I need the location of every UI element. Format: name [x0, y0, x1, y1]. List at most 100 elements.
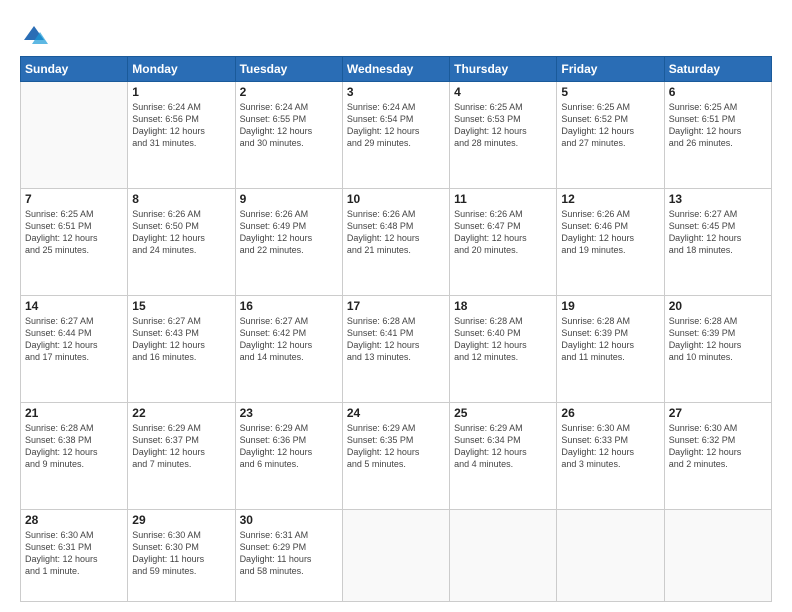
day-number: 3 [347, 85, 445, 99]
calendar-cell: 17 Sunrise: 6:28 AMSunset: 6:41 PMDayligh… [342, 295, 449, 402]
calendar-cell: 2 Sunrise: 6:24 AMSunset: 6:55 PMDaylight… [235, 82, 342, 189]
calendar-cell [450, 509, 557, 601]
calendar-cell: 12 Sunrise: 6:26 AMSunset: 6:46 PMDayligh… [557, 188, 664, 295]
day-number: 16 [240, 299, 338, 313]
logo-icon [20, 22, 48, 50]
day-number: 17 [347, 299, 445, 313]
calendar-cell: 25 Sunrise: 6:29 AMSunset: 6:34 PMDayligh… [450, 402, 557, 509]
calendar-cell [342, 509, 449, 601]
cell-info: Sunrise: 6:30 AMSunset: 6:30 PMDaylight:… [132, 529, 230, 578]
cell-info: Sunrise: 6:26 AMSunset: 6:50 PMDaylight:… [132, 208, 230, 257]
day-number: 9 [240, 192, 338, 206]
weekday-header-thursday: Thursday [450, 57, 557, 82]
calendar-cell: 19 Sunrise: 6:28 AMSunset: 6:39 PMDayligh… [557, 295, 664, 402]
cell-info: Sunrise: 6:27 AMSunset: 6:42 PMDaylight:… [240, 315, 338, 364]
calendar-cell [664, 509, 771, 601]
weekday-header-sunday: Sunday [21, 57, 128, 82]
calendar-cell: 24 Sunrise: 6:29 AMSunset: 6:35 PMDayligh… [342, 402, 449, 509]
day-number: 26 [561, 406, 659, 420]
day-number: 13 [669, 192, 767, 206]
cell-info: Sunrise: 6:30 AMSunset: 6:33 PMDaylight:… [561, 422, 659, 471]
cell-info: Sunrise: 6:28 AMSunset: 6:41 PMDaylight:… [347, 315, 445, 364]
calendar-cell: 5Sunrise: 6:25 AMSunset: 6:52 PMDaylight… [557, 82, 664, 189]
day-number: 24 [347, 406, 445, 420]
day-number: 10 [347, 192, 445, 206]
calendar-cell: 21Sunrise: 6:28 AMSunset: 6:38 PMDayligh… [21, 402, 128, 509]
day-number: 19 [561, 299, 659, 313]
cell-info: Sunrise: 6:28 AMSunset: 6:39 PMDaylight:… [669, 315, 767, 364]
day-number: 28 [25, 513, 123, 527]
calendar-table: SundayMondayTuesdayWednesdayThursdayFrid… [20, 56, 772, 602]
calendar-cell: 16 Sunrise: 6:27 AMSunset: 6:42 PMDayligh… [235, 295, 342, 402]
day-number: 23 [240, 406, 338, 420]
calendar-cell: 4Sunrise: 6:25 AMSunset: 6:53 PMDaylight… [450, 82, 557, 189]
cell-info: Sunrise: 6:27 AMSunset: 6:43 PMDaylight:… [132, 315, 230, 364]
cell-info: Sunrise: 6:26 AMSunset: 6:49 PMDaylight:… [240, 208, 338, 257]
cell-info: Sunrise: 6:30 AMSunset: 6:32 PMDaylight:… [669, 422, 767, 471]
calendar-cell: 14 Sunrise: 6:27 AMSunset: 6:44 PMDayligh… [21, 295, 128, 402]
day-number: 22 [132, 406, 230, 420]
day-number: 8 [132, 192, 230, 206]
cell-info: Sunrise: 6:24 AMSunset: 6:55 PMDaylight:… [240, 101, 338, 150]
day-number: 6 [669, 85, 767, 99]
cell-info: Sunrise: 6:25 AMSunset: 6:51 PMDaylight:… [25, 208, 123, 257]
cell-info: Sunrise: 6:24 AMSunset: 6:54 PMDaylight:… [347, 101, 445, 150]
logo [20, 22, 52, 50]
cell-info: Sunrise: 6:28 AMSunset: 6:39 PMDaylight:… [561, 315, 659, 364]
weekday-header-saturday: Saturday [664, 57, 771, 82]
calendar-cell: 20Sunrise: 6:28 AMSunset: 6:39 PMDayligh… [664, 295, 771, 402]
day-number: 4 [454, 85, 552, 99]
day-number: 2 [240, 85, 338, 99]
day-number: 25 [454, 406, 552, 420]
week-row-2: 7 Sunrise: 6:25 AMSunset: 6:51 PMDaylight… [21, 188, 772, 295]
day-number: 12 [561, 192, 659, 206]
weekday-header-monday: Monday [128, 57, 235, 82]
calendar-cell: 13 Sunrise: 6:27 AMSunset: 6:45 PMDayligh… [664, 188, 771, 295]
day-number: 7 [25, 192, 123, 206]
day-number: 18 [454, 299, 552, 313]
calendar-cell: 3 Sunrise: 6:24 AMSunset: 6:54 PMDaylight… [342, 82, 449, 189]
calendar-cell: 8 Sunrise: 6:26 AMSunset: 6:50 PMDaylight… [128, 188, 235, 295]
cell-info: Sunrise: 6:26 AMSunset: 6:46 PMDaylight:… [561, 208, 659, 257]
calendar-header-row: SundayMondayTuesdayWednesdayThursdayFrid… [21, 57, 772, 82]
cell-info: Sunrise: 6:28 AMSunset: 6:40 PMDaylight:… [454, 315, 552, 364]
day-number: 11 [454, 192, 552, 206]
week-row-5: 28Sunrise: 6:30 AMSunset: 6:31 PMDayligh… [21, 509, 772, 601]
calendar-cell: 30 Sunrise: 6:31 AMSunset: 6:29 PMDayligh… [235, 509, 342, 601]
cell-info: Sunrise: 6:27 AMSunset: 6:44 PMDaylight:… [25, 315, 123, 364]
day-number: 27 [669, 406, 767, 420]
calendar-cell: 1Sunrise: 6:24 AMSunset: 6:56 PMDaylight… [128, 82, 235, 189]
cell-info: Sunrise: 6:26 AMSunset: 6:47 PMDaylight:… [454, 208, 552, 257]
calendar-cell: 10 Sunrise: 6:26 AMSunset: 6:48 PMDayligh… [342, 188, 449, 295]
weekday-header-friday: Friday [557, 57, 664, 82]
calendar-cell: 9 Sunrise: 6:26 AMSunset: 6:49 PMDaylight… [235, 188, 342, 295]
week-row-1: 1Sunrise: 6:24 AMSunset: 6:56 PMDaylight… [21, 82, 772, 189]
calendar-cell: 22 Sunrise: 6:29 AMSunset: 6:37 PMDayligh… [128, 402, 235, 509]
calendar-cell: 28Sunrise: 6:30 AMSunset: 6:31 PMDayligh… [21, 509, 128, 601]
day-number: 30 [240, 513, 338, 527]
weekday-header-wednesday: Wednesday [342, 57, 449, 82]
cell-info: Sunrise: 6:27 AMSunset: 6:45 PMDaylight:… [669, 208, 767, 257]
calendar-cell: 29Sunrise: 6:30 AMSunset: 6:30 PMDayligh… [128, 509, 235, 601]
cell-info: Sunrise: 6:29 AMSunset: 6:36 PMDaylight:… [240, 422, 338, 471]
cell-info: Sunrise: 6:26 AMSunset: 6:48 PMDaylight:… [347, 208, 445, 257]
cell-info: Sunrise: 6:29 AMSunset: 6:37 PMDaylight:… [132, 422, 230, 471]
calendar-cell: 27 Sunrise: 6:30 AMSunset: 6:32 PMDayligh… [664, 402, 771, 509]
day-number: 15 [132, 299, 230, 313]
calendar-cell [21, 82, 128, 189]
calendar-cell: 7 Sunrise: 6:25 AMSunset: 6:51 PMDaylight… [21, 188, 128, 295]
calendar-cell: 15 Sunrise: 6:27 AMSunset: 6:43 PMDayligh… [128, 295, 235, 402]
day-number: 14 [25, 299, 123, 313]
cell-info: Sunrise: 6:31 AMSunset: 6:29 PMDaylight:… [240, 529, 338, 578]
cell-info: Sunrise: 6:29 AMSunset: 6:35 PMDaylight:… [347, 422, 445, 471]
cell-info: Sunrise: 6:29 AMSunset: 6:34 PMDaylight:… [454, 422, 552, 471]
week-row-3: 14 Sunrise: 6:27 AMSunset: 6:44 PMDayligh… [21, 295, 772, 402]
header [20, 18, 772, 50]
cell-info: Sunrise: 6:25 AMSunset: 6:52 PMDaylight:… [561, 101, 659, 150]
cell-info: Sunrise: 6:24 AMSunset: 6:56 PMDaylight:… [132, 101, 230, 150]
day-number: 21 [25, 406, 123, 420]
weekday-header-tuesday: Tuesday [235, 57, 342, 82]
week-row-4: 21Sunrise: 6:28 AMSunset: 6:38 PMDayligh… [21, 402, 772, 509]
calendar-cell [557, 509, 664, 601]
calendar-cell: 26 Sunrise: 6:30 AMSunset: 6:33 PMDayligh… [557, 402, 664, 509]
